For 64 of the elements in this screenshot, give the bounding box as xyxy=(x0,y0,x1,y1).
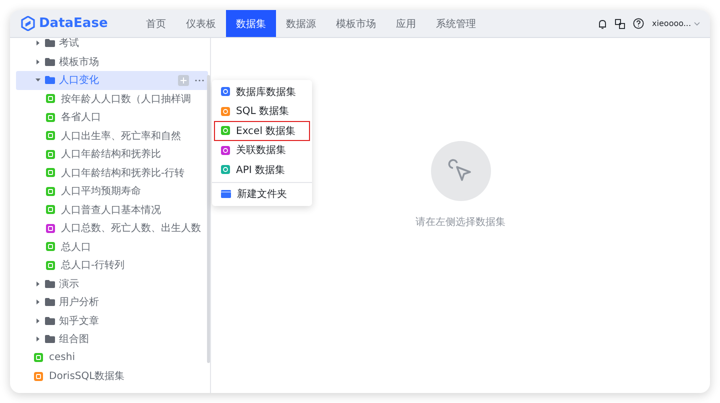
help-icon[interactable] xyxy=(633,18,644,29)
nav-tab[interactable]: 数据源 xyxy=(276,10,326,37)
tree-item[interactable]: 人口平均预期寿命 xyxy=(16,182,208,200)
bell-icon[interactable] xyxy=(598,18,608,28)
tree-item[interactable]: 模板市场 xyxy=(16,52,208,71)
tree-item[interactable]: 考试 xyxy=(16,38,208,52)
tree-item[interactable]: 总人口-行转列 xyxy=(16,256,208,274)
nav-tab[interactable]: 仪表板 xyxy=(176,10,226,37)
database-dataset-icon xyxy=(221,87,230,96)
nav-tab[interactable]: 数据集 xyxy=(226,10,276,37)
tree-item[interactable]: 人口年龄结构和抚养比-行转 xyxy=(16,164,208,182)
union-dataset-icon xyxy=(46,224,55,233)
excel-dataset-icon xyxy=(34,353,43,362)
menu-item[interactable]: 关联数据集 xyxy=(214,140,310,160)
nav-tab[interactable]: 应用 xyxy=(386,10,426,37)
tree-item[interactable]: 组合图 xyxy=(16,330,208,348)
folder-icon xyxy=(45,58,55,66)
scrollbar[interactable] xyxy=(207,75,210,363)
caret-right-icon[interactable] xyxy=(34,298,42,306)
tree-item[interactable]: ceshi xyxy=(16,348,208,367)
union-dataset-icon xyxy=(221,146,230,155)
caret-right-icon[interactable] xyxy=(34,58,42,66)
folder-icon xyxy=(45,316,55,325)
empty-state-message: 请在左侧选择数据集 xyxy=(416,216,506,229)
logo-icon xyxy=(21,16,35,31)
tree-item[interactable]: 人口年龄结构和抚养比 xyxy=(16,145,208,164)
tree-item[interactable]: DorisSQL数据集 xyxy=(16,367,208,386)
cursor-click-icon xyxy=(448,158,474,184)
tree-item[interactable]: 总人口 xyxy=(16,238,208,256)
nav-tab[interactable]: 模板市场 xyxy=(326,10,386,37)
tree-item[interactable]: 知乎文章 xyxy=(16,312,208,330)
tree-item[interactable]: 各省人口 xyxy=(16,108,208,126)
caret-right-icon[interactable] xyxy=(34,316,42,325)
tree-item-selected[interactable]: 人口变化 xyxy=(16,71,208,90)
tree-item[interactable]: 演示 xyxy=(16,274,208,293)
folder-icon xyxy=(45,298,55,306)
menu-item[interactable]: 新建文件夹 xyxy=(214,184,310,204)
excel-dataset-icon xyxy=(221,126,230,136)
tree-item[interactable]: 用户分析 xyxy=(16,293,208,312)
caret-right-icon[interactable] xyxy=(34,39,42,48)
more-icon[interactable] xyxy=(195,78,204,82)
folder-icon xyxy=(45,335,55,344)
folder-icon xyxy=(221,190,231,198)
api-dataset-icon xyxy=(221,165,230,174)
logo-text: DataEase xyxy=(39,16,108,31)
nav-tab[interactable]: 首页 xyxy=(136,10,176,37)
chevron-down-icon[interactable] xyxy=(694,22,700,26)
tree-item[interactable]: 人口普查人口基本情况 xyxy=(16,200,208,219)
caret-right-icon[interactable] xyxy=(34,335,42,344)
tree-item[interactable]: 人口总数、死亡人数、出生人数 xyxy=(16,219,208,238)
menu-item[interactable]: 数据库数据集 xyxy=(214,82,310,102)
user-name[interactable]: xieoooo... xyxy=(652,19,691,28)
folder-icon xyxy=(45,76,55,84)
menu-item[interactable]: SQL 数据集 xyxy=(214,102,310,121)
sql-dataset-icon xyxy=(221,106,230,116)
tree-item[interactable]: 按年龄人人口数（人口抽样调 xyxy=(16,90,208,108)
menu-item[interactable]: Excel 数据集 xyxy=(214,121,310,140)
folder-icon xyxy=(45,280,55,288)
menu-item[interactable]: API 数据集 xyxy=(214,160,310,180)
tree-item[interactable]: 人口出生率、死亡率和自然 xyxy=(16,126,208,145)
sql-dataset-icon xyxy=(34,372,43,381)
caret-right-icon[interactable] xyxy=(34,280,42,288)
nav-tab[interactable]: 系统管理 xyxy=(426,10,486,37)
folder-icon xyxy=(45,39,55,48)
